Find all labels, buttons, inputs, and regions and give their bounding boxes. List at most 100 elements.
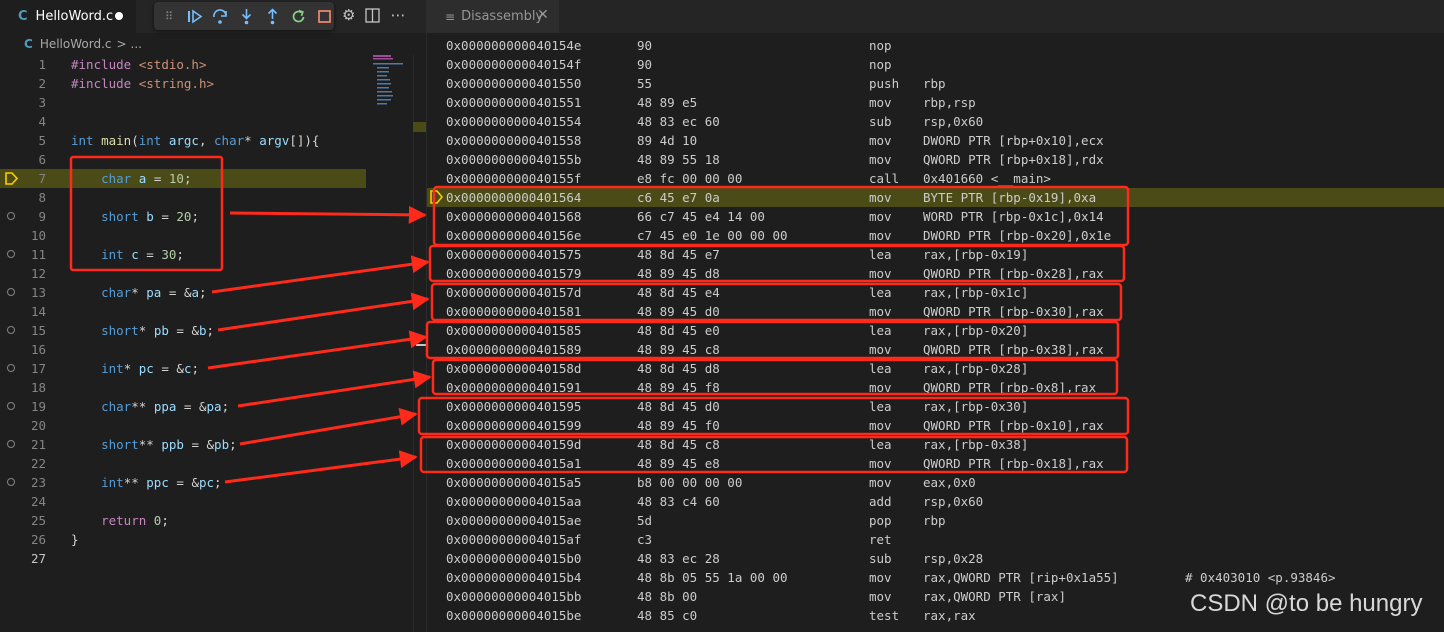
- code-line[interactable]: 5 int main(int argc, char* argv[]){: [0, 131, 366, 150]
- breadcrumb-separator: >: [116, 37, 127, 51]
- code-line[interactable]: 12: [0, 264, 366, 283]
- disassembly-row[interactable]: 0x000000000040156e c7 45 e0 1e 00 00 00 mo…: [427, 226, 1444, 245]
- minimap[interactable]: [372, 55, 416, 115]
- disassembly-row[interactable]: 0x0000000000401591 48 89 45 f8 mov QWORD PT…: [427, 378, 1444, 397]
- disassembly-row[interactable]: 0x0000000000401579 48 89 45 d8 mov QWORD PT…: [427, 264, 1444, 283]
- line-number: 5: [38, 133, 46, 148]
- instruction-address: 0x000000000040159d: [446, 437, 582, 452]
- step-out-icon[interactable]: [263, 7, 282, 26]
- instruction-bytes: 48 83 c4 60: [637, 494, 720, 509]
- disassembly-row[interactable]: 0x000000000040154e 90 nop: [427, 36, 1444, 55]
- instruction-operands: rsp,0x60: [923, 114, 984, 129]
- code-line[interactable]: 1 #include <stdio.h>: [0, 55, 366, 74]
- breakpoint-hint-icon[interactable]: [7, 402, 15, 410]
- code-line[interactable]: 18: [0, 378, 366, 397]
- breakpoint-hint-icon[interactable]: [7, 250, 15, 258]
- instruction-bytes: 48 89 e5: [637, 95, 698, 110]
- disassembly-row[interactable]: 0x000000000040159d 48 8d 45 c8 lea rax,[rbp…: [427, 435, 1444, 454]
- code-line[interactable]: 16: [0, 340, 366, 359]
- breadcrumb-tail[interactable]: ...: [131, 37, 142, 51]
- tab-disassembly[interactable]: ≡ Disassembly ✕: [427, 0, 559, 33]
- instruction-address: 0x000000000040156e: [446, 228, 582, 243]
- disassembly-row[interactable]: 0x00000000004015af c3 ret: [427, 530, 1444, 549]
- disassembly-row[interactable]: 0x0000000000401585 48 8d 45 e0 lea rax,[rbp…: [427, 321, 1444, 340]
- disassembly-row[interactable]: 0x0000000000401558 89 4d 10 mov DWORD PTR […: [427, 131, 1444, 150]
- instruction-operands: WORD PTR [rbp-0x1c],0x14: [923, 209, 1104, 224]
- step-into-icon[interactable]: [237, 7, 256, 26]
- disassembly-row[interactable]: 0x00000000004015ae 5d pop rbp: [427, 511, 1444, 530]
- stop-icon[interactable]: [315, 7, 334, 26]
- instruction-operands: rax,[rbp-0x30]: [923, 399, 1029, 414]
- disassembly-list[interactable]: 0x000000000040154e 90 nop 0x000000000040154…: [427, 36, 1444, 632]
- breadcrumb-file[interactable]: HelloWord.c: [40, 37, 112, 51]
- code-line[interactable]: 19 char** ppa = &pa;: [0, 397, 366, 416]
- disassembly-row[interactable]: 0x00000000004015b0 48 83 ec 28 sub rsp,0x28: [427, 549, 1444, 568]
- breakpoint-hint-icon[interactable]: [7, 478, 15, 486]
- instruction-opcode: lea: [869, 285, 892, 300]
- continue-icon[interactable]: [185, 7, 204, 26]
- disassembly-row[interactable]: 0x00000000004015a5 b8 00 00 00 00 mov eax,0…: [427, 473, 1444, 492]
- unsaved-dot-icon[interactable]: [115, 12, 123, 20]
- disassembly-row[interactable]: 0x00000000004015b4 48 8b 05 55 1a 00 00 mo…: [427, 568, 1444, 587]
- split-editor-icon[interactable]: [365, 6, 381, 27]
- disassembly-row[interactable]: 0x0000000000401595 48 8d 45 d0 lea rax,[rbp…: [427, 397, 1444, 416]
- instruction-address: 0x0000000000401575: [446, 247, 582, 262]
- code-line[interactable]: 15 short* pb = &b;: [0, 321, 366, 340]
- breakpoint-hint-icon[interactable]: [7, 440, 15, 448]
- disassembly-row[interactable]: 0x000000000040154f 90 nop: [427, 55, 1444, 74]
- code-line[interactable]: 14: [0, 302, 366, 321]
- code-line[interactable]: 20: [0, 416, 366, 435]
- code-line[interactable]: 17 int* pc = &c;: [0, 359, 366, 378]
- disassembly-row[interactable]: 0x0000000000401564 c6 45 e7 0a mov BYTE PTR…: [427, 188, 1444, 207]
- code-line[interactable]: 9 short b = 20;: [0, 207, 366, 226]
- tab-hellowordc[interactable]: C HelloWord.c: [0, 0, 136, 33]
- disassembly-row[interactable]: 0x0000000000401551 48 89 e5 mov rbp,rsp: [427, 93, 1444, 112]
- instruction-opcode: lea: [869, 399, 892, 414]
- code-line[interactable]: 13 char* pa = &a;: [0, 283, 366, 302]
- disassembly-row[interactable]: 0x000000000040155f e8 fc 00 00 00 call 0x40…: [427, 169, 1444, 188]
- instruction-address: 0x0000000000401585: [446, 323, 582, 338]
- code-line[interactable]: 7 char a = 10;: [0, 169, 366, 188]
- disassembly-row[interactable]: 0x00000000004015aa 48 83 c4 60 add rsp,0x60: [427, 492, 1444, 511]
- code-line[interactable]: 3: [0, 93, 366, 112]
- disassembly-row[interactable]: 0x00000000004015a1 48 89 45 e8 mov QWORD PT…: [427, 454, 1444, 473]
- restart-icon[interactable]: [289, 7, 308, 26]
- more-actions-icon[interactable]: ⋯: [390, 6, 405, 27]
- disassembly-row[interactable]: 0x0000000000401554 48 83 ec 60 sub rsp,0x60: [427, 112, 1444, 131]
- code-line[interactable]: 25 return 0;: [0, 511, 366, 530]
- code-line[interactable]: 23 int** ppc = &pc;: [0, 473, 366, 492]
- disassembly-row[interactable]: 0x0000000000401575 48 8d 45 e7 lea rax,[rbp…: [427, 245, 1444, 264]
- close-icon[interactable]: ✕: [537, 7, 549, 23]
- step-over-icon[interactable]: [211, 7, 230, 26]
- breakpoint-hint-icon[interactable]: [7, 364, 15, 372]
- code-area[interactable]: 1 #include <stdio.h> 2 #include <string.h> 3…: [0, 55, 370, 632]
- code-line[interactable]: 22: [0, 454, 366, 473]
- disassembly-row[interactable]: 0x0000000000401550 55 push rbp: [427, 74, 1444, 93]
- breakpoint-hint-icon[interactable]: [7, 288, 15, 296]
- line-number: 22: [30, 456, 46, 471]
- code-line[interactable]: 4: [0, 112, 366, 131]
- code-line[interactable]: 10: [0, 226, 366, 245]
- disassembly-row[interactable]: 0x0000000000401589 48 89 45 c8 mov QWORD PT…: [427, 340, 1444, 359]
- code-line[interactable]: 21 short** ppb = &pb;: [0, 435, 366, 454]
- code-line[interactable]: 8: [0, 188, 366, 207]
- code-line[interactable]: 6: [0, 150, 366, 169]
- disassembly-row[interactable]: 0x0000000000401581 48 89 45 d0 mov QWORD PT…: [427, 302, 1444, 321]
- code-line[interactable]: 26}: [0, 530, 366, 549]
- instruction-operands: rbp,rsp: [923, 95, 976, 110]
- code-line[interactable]: 24: [0, 492, 366, 511]
- instruction-bytes: e8 fc 00 00 00: [637, 171, 743, 186]
- disassembly-row[interactable]: 0x000000000040158d 48 8d 45 d8 lea rax,[rbp…: [427, 359, 1444, 378]
- disassembly-row[interactable]: 0x0000000000401568 66 c7 45 e4 14 00 mov WO…: [427, 207, 1444, 226]
- disassembly-row[interactable]: 0x000000000040155b 48 89 55 18 mov QWORD PT…: [427, 150, 1444, 169]
- disassembly-row[interactable]: 0x000000000040157d 48 8d 45 e4 lea rax,[rbp…: [427, 283, 1444, 302]
- breakpoint-hint-icon[interactable]: [7, 212, 15, 220]
- code-line[interactable]: 2 #include <string.h>: [0, 74, 366, 93]
- gear-icon[interactable]: ⚙: [342, 6, 355, 27]
- code-line[interactable]: 11 int c = 30;: [0, 245, 366, 264]
- code-line[interactable]: 27: [0, 549, 366, 568]
- breakpoint-hint-icon[interactable]: [7, 326, 15, 334]
- disassembly-row[interactable]: 0x0000000000401599 48 89 45 f0 mov QWORD PT…: [427, 416, 1444, 435]
- grip-icon[interactable]: ⠿: [160, 7, 178, 26]
- instruction-opcode: push: [869, 76, 900, 91]
